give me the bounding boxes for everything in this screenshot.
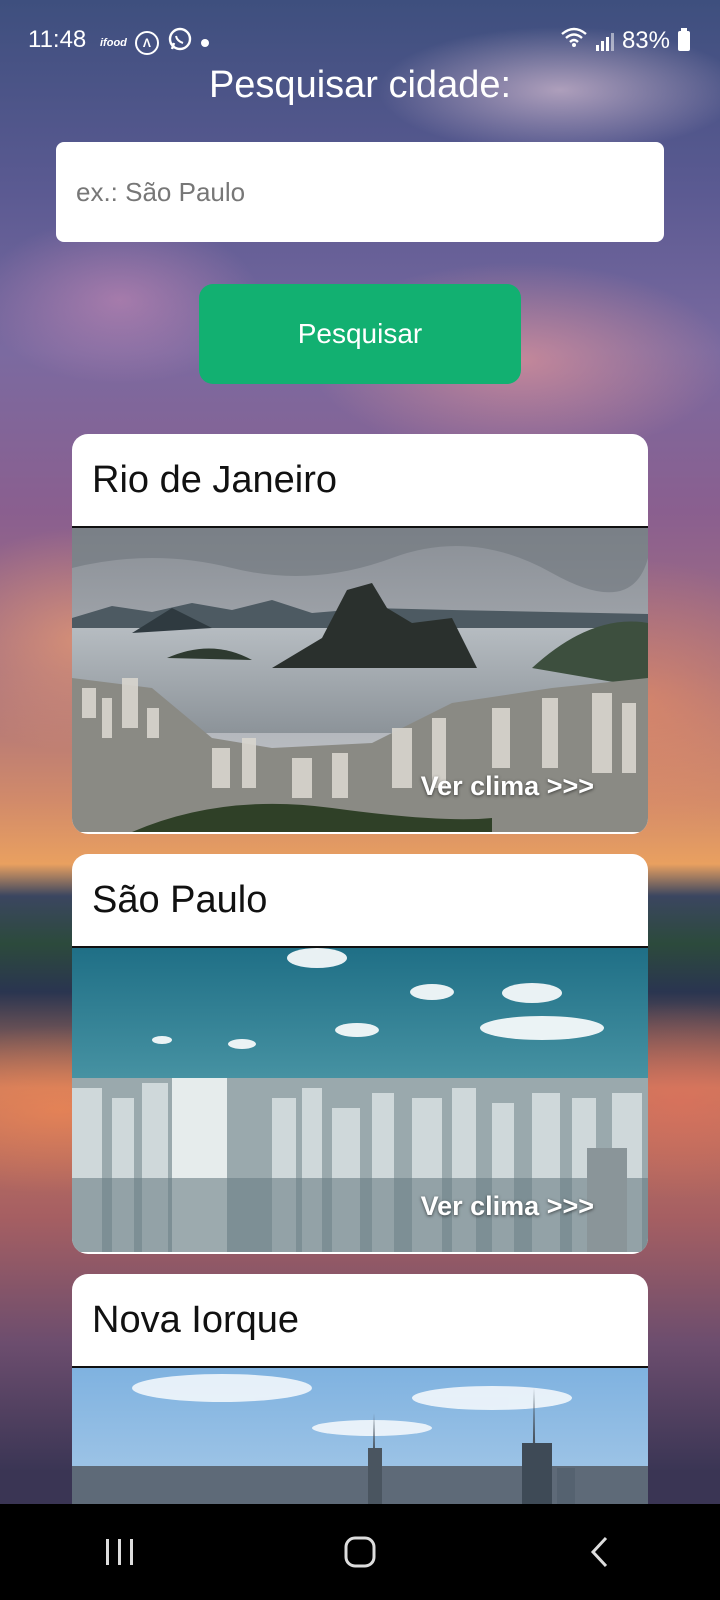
notification-dot: [200, 38, 209, 47]
city-name: Rio de Janeiro: [72, 434, 648, 528]
ifood-icon: ifood: [100, 36, 127, 49]
a-icon: Λ: [134, 30, 159, 55]
search-button[interactable]: Pesquisar: [199, 284, 521, 384]
battery-percent: 83%: [621, 26, 670, 54]
city-photo-sao-paulo: Ver clima >>>: [72, 948, 648, 1252]
view-weather-link[interactable]: Ver clima >>>: [421, 771, 594, 802]
city-card-rio[interactable]: Rio de Janeiro Ver clima >>>: [72, 434, 648, 834]
battery-icon: [678, 27, 690, 51]
back-icon[interactable]: [570, 1522, 630, 1582]
system-nav-bar: [0, 1504, 720, 1600]
city-photo-rio: Ver clima >>>: [72, 528, 648, 832]
app-screen: 11:48 ifood Λ 83% Pesquisar cidade: ex.:…: [0, 0, 720, 1600]
city-name: São Paulo: [72, 854, 648, 948]
city-card-sao-paulo[interactable]: São Paulo Ver clima >>>: [72, 854, 648, 1254]
city-name: Nova Iorque: [72, 1274, 648, 1368]
page-title: Pesquisar cidade:: [208, 64, 512, 106]
wifi-icon: [560, 26, 588, 55]
signal-icon: [595, 31, 614, 51]
view-weather-link[interactable]: Ver clima >>>: [421, 1191, 594, 1222]
notification-icons: ifood Λ: [100, 26, 209, 59]
status-time: 11:48: [28, 26, 87, 53]
recents-icon[interactable]: [90, 1522, 150, 1582]
home-icon[interactable]: [330, 1522, 390, 1582]
whatsapp-icon: [167, 26, 193, 59]
system-icons: 83%: [560, 26, 690, 55]
city-search-input[interactable]: [56, 142, 664, 242]
